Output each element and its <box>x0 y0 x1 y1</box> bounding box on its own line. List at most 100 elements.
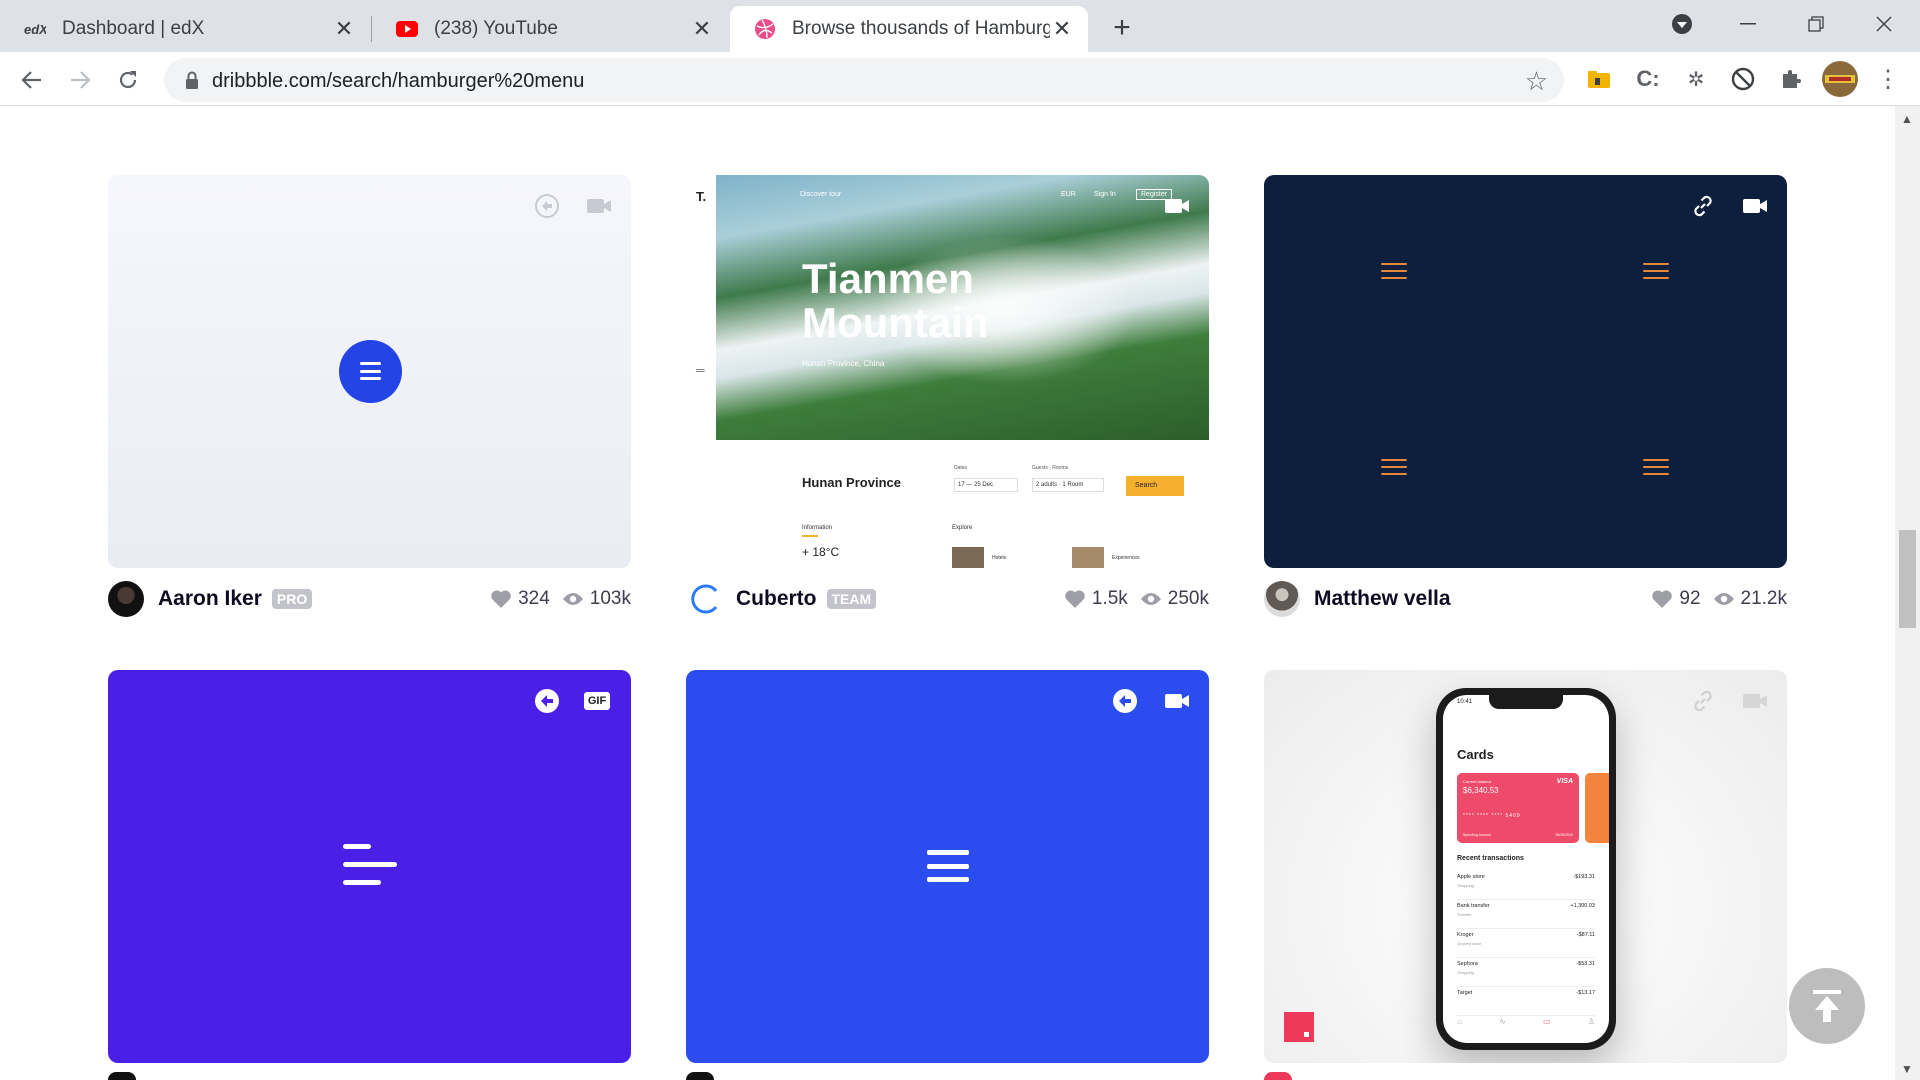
new-tab-button[interactable]: + <box>1106 11 1138 44</box>
scroll-up-arrow-icon[interactable]: ▲ <box>1901 112 1913 126</box>
views-count: 103k <box>589 588 631 609</box>
minimize-button[interactable] <box>1726 6 1770 42</box>
shot-thumbnail[interactable] <box>108 175 631 568</box>
preview-label: Hotels <box>992 555 1007 561</box>
avatar[interactable] <box>1264 1072 1292 1080</box>
share-icon[interactable] <box>532 191 562 221</box>
transaction-row: Bank transfer Transfer +1,300.03 <box>1457 900 1595 929</box>
video-icon <box>1162 686 1192 716</box>
preview-menu-icon: ═ <box>696 363 705 377</box>
transaction-category: Transfer <box>1457 912 1472 917</box>
restore-button[interactable] <box>1794 6 1838 42</box>
hero-image: Discover tour EUR Sign In Register Tianm… <box>716 175 1209 440</box>
likes-count: 1.5k <box>1091 588 1128 609</box>
transaction-category: Grocery store <box>1457 941 1482 946</box>
hamburger-icon <box>1381 459 1407 475</box>
previous-row-author: ▔▔▔▔▔ <box>1312 106 1389 118</box>
back-to-top-button[interactable] <box>1789 968 1865 1044</box>
heart-icon[interactable] <box>490 589 512 609</box>
tab-title: (238) YouTube <box>434 18 558 39</box>
tab-youtube[interactable]: (238) YouTube ✕ <box>372 6 728 52</box>
shot-meta: Aaron Iker PRO 324 103k <box>108 579 631 619</box>
hamburger-icon <box>1643 263 1669 279</box>
forward-icon[interactable] <box>62 62 98 98</box>
transaction-row: Kroger Grocery store -$87.11 <box>1457 929 1595 958</box>
avatar[interactable] <box>108 1072 136 1080</box>
extension-bug-icon[interactable]: ✲ <box>1681 64 1711 94</box>
shot-thumbnail[interactable]: T. ═ Discover tour EUR Sign In Register … <box>686 175 1209 568</box>
extension-c-icon[interactable]: C: <box>1633 64 1663 94</box>
video-icon <box>1740 686 1770 716</box>
phone-section-title: Recent transactions <box>1457 855 1524 862</box>
heart-icon[interactable] <box>1651 589 1673 609</box>
shot-stats: 1.5k 250k <box>1052 588 1209 610</box>
hamburger-icon <box>343 844 397 886</box>
transaction-row: Sephora Shopping -$53.31 <box>1457 958 1595 987</box>
page-scrollbar[interactable]: ▲ ▼ <box>1895 106 1920 1080</box>
transactions-list: Apple store Shopping -$193.31 Bank transfer… <box>1457 871 1595 1016</box>
transaction-amount: -$13.17 <box>1576 990 1595 996</box>
link-icon[interactable] <box>1688 686 1718 716</box>
tab-dribbble[interactable]: Browse thousands of Hamburger ✕ <box>730 6 1088 52</box>
shot-thumbnail[interactable] <box>1264 175 1787 568</box>
edx-logo-icon: edX <box>24 18 46 40</box>
brand-square-logo <box>1284 1012 1314 1042</box>
gif-badge: GIF <box>582 686 612 716</box>
transaction-name: Target <box>1457 990 1473 996</box>
avatar[interactable] <box>1264 581 1300 617</box>
heart-icon[interactable] <box>1064 589 1086 609</box>
close-tab-icon[interactable]: ✕ <box>1050 16 1074 41</box>
extensions-puzzle-icon[interactable] <box>1776 64 1806 94</box>
author-name[interactable]: Aaron Iker <box>158 587 262 611</box>
browser-menu-icon[interactable]: ⋮ <box>1873 64 1903 94</box>
avatar[interactable] <box>108 581 144 617</box>
back-icon[interactable] <box>14 62 50 98</box>
author-name[interactable]: Matthew vella <box>1314 587 1451 611</box>
eye-icon <box>1140 591 1162 607</box>
transaction-category: Shopping <box>1457 883 1474 888</box>
preview-label: Guests · Rooms <box>1032 465 1069 471</box>
views-count: 21.2k <box>1740 588 1787 609</box>
preview-nav: Sign In <box>1094 191 1116 198</box>
arrow-up-icon <box>1813 990 1841 1022</box>
transaction-name: Bank transfer <box>1457 903 1490 909</box>
preview-search-button: Search <box>1126 476 1184 496</box>
tab-edx[interactable]: edX Dashboard | edX ✕ <box>0 6 370 52</box>
scroll-down-arrow-icon[interactable]: ▼ <box>1901 1062 1913 1076</box>
transaction-row: Target -$13.17 <box>1457 987 1595 1016</box>
bookmark-star-icon[interactable]: ☆ <box>1525 66 1548 97</box>
previous-row-author: ▔▔▔▔▔ <box>734 106 811 118</box>
tab-strip: edX Dashboard | edX ✕ (238) YouTube ✕ Br… <box>0 0 1920 52</box>
share-icon[interactable] <box>1110 686 1140 716</box>
close-window-button[interactable] <box>1862 6 1906 42</box>
video-icon <box>584 191 614 221</box>
author-name[interactable]: Cuberto <box>736 587 817 611</box>
hamburger-button-preview <box>339 340 402 403</box>
hamburger-icon <box>927 850 969 882</box>
preview-field: 2 adults · 1 Room <box>1032 478 1104 492</box>
close-tab-icon[interactable]: ✕ <box>690 16 714 41</box>
shot-thumbnail[interactable]: 10:41 Cards Current balance VISA $6,340.… <box>1264 670 1787 1063</box>
profile-avatar[interactable] <box>1822 61 1858 97</box>
hamburger-icon <box>1381 263 1407 279</box>
avatar[interactable] <box>686 1072 714 1080</box>
reload-icon[interactable] <box>110 62 146 98</box>
svg-text:edX: edX <box>24 22 46 37</box>
pro-badge: PRO <box>271 589 313 609</box>
extension-blocker-icon[interactable] <box>1728 64 1758 94</box>
tab-search-icon[interactable] <box>1660 6 1704 42</box>
extension-folder-icon[interactable] <box>1584 64 1614 94</box>
preview-label: Dates <box>954 465 968 471</box>
close-tab-icon[interactable]: ✕ <box>332 16 356 41</box>
preview-label: Experiences <box>1112 555 1140 561</box>
phone-mockup: 10:41 Cards Current balance VISA $6,340.… <box>1436 688 1616 1050</box>
shot-thumbnail[interactable]: GIF <box>108 670 631 1063</box>
share-icon[interactable] <box>532 686 562 716</box>
shot-thumbnail[interactable] <box>686 670 1209 1063</box>
address-bar[interactable]: dribbble.com/search/hamburger%20menu ☆ <box>164 58 1564 102</box>
avatar[interactable] <box>686 581 722 617</box>
scrollbar-thumb[interactable] <box>1899 530 1916 628</box>
tab-title: Dashboard | edX <box>62 18 205 39</box>
link-icon[interactable] <box>1688 191 1718 221</box>
transaction-name: Kroger <box>1457 932 1474 938</box>
